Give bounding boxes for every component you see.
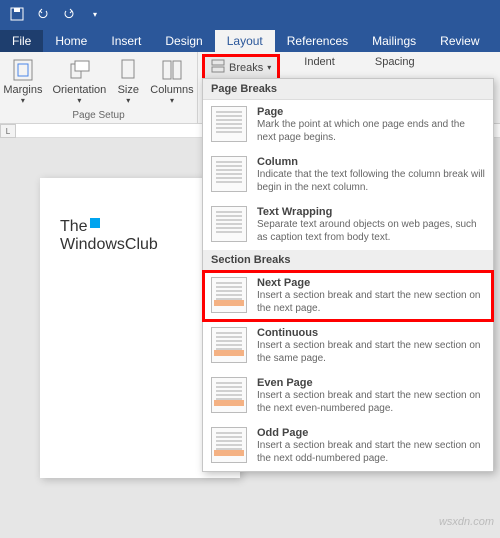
page-break-icon <box>211 106 247 142</box>
group-page-setup: Margins ▾ Orientation ▾ Size ▾ Columns ▾… <box>0 52 198 123</box>
group-label-page-setup: Page Setup <box>72 110 124 121</box>
document-text-line2: WindowsClub <box>60 236 220 254</box>
document-text-line1: The <box>60 218 220 236</box>
quick-access-toolbar: ▾ <box>0 0 500 28</box>
size-label: Size <box>118 84 139 96</box>
page-breaks-header: Page Breaks <box>203 79 493 100</box>
section-breaks-header: Section Breaks <box>203 250 493 271</box>
tab-mailings[interactable]: Mailings <box>360 30 428 52</box>
tab-insert[interactable]: Insert <box>99 30 153 52</box>
columns-button[interactable]: Columns ▾ <box>146 54 197 107</box>
option-desc: Insert a section break and start the new… <box>257 339 485 365</box>
option-desc: Insert a section break and start the new… <box>257 439 485 465</box>
break-option-continuous[interactable]: Continuous Insert a section break and st… <box>203 321 493 371</box>
logo-square-icon <box>90 218 100 228</box>
columns-label: Columns <box>150 84 193 96</box>
option-title: Column <box>257 156 485 168</box>
tab-selector[interactable]: L <box>0 124 16 138</box>
option-desc: Mark the point at which one page ends an… <box>257 118 485 144</box>
break-option-next-page[interactable]: Next Page Insert a section break and sta… <box>203 271 493 321</box>
orientation-button[interactable]: Orientation ▾ <box>48 54 110 107</box>
chevron-down-icon: ▾ <box>267 63 271 72</box>
chevron-down-icon: ▾ <box>170 96 174 105</box>
even-page-icon <box>211 377 247 413</box>
breaks-label: Breaks <box>229 62 263 74</box>
option-title: Odd Page <box>257 427 485 439</box>
customize-qat-icon[interactable]: ▾ <box>82 2 108 26</box>
break-option-column[interactable]: Column Indicate that the text following … <box>203 150 493 200</box>
chevron-down-icon: ▾ <box>77 96 81 105</box>
save-icon[interactable] <box>4 2 30 26</box>
option-title: Page <box>257 106 485 118</box>
option-desc: Insert a section break and start the new… <box>257 389 485 415</box>
option-title: Continuous <box>257 327 485 339</box>
continuous-icon <box>211 327 247 363</box>
chevron-down-icon: ▾ <box>21 96 25 105</box>
option-desc: Insert a section break and start the new… <box>257 289 485 315</box>
tab-review[interactable]: Review <box>428 30 491 52</box>
breaks-button[interactable]: Breaks ▾ <box>204 56 278 79</box>
chevron-down-icon: ▾ <box>126 96 130 105</box>
redo-icon[interactable] <box>56 2 82 26</box>
break-option-even-page[interactable]: Even Page Insert a section break and sta… <box>203 371 493 421</box>
margins-icon <box>11 56 35 84</box>
tab-layout[interactable]: Layout <box>215 30 275 52</box>
margins-button[interactable]: Margins ▾ <box>0 54 46 107</box>
margins-label: Margins <box>3 84 42 96</box>
tab-references[interactable]: References <box>275 30 360 52</box>
break-option-odd-page[interactable]: Odd Page Insert a section break and star… <box>203 421 493 471</box>
column-break-icon <box>211 156 247 192</box>
orientation-icon <box>67 56 91 84</box>
option-title: Next Page <box>257 277 485 289</box>
breaks-icon <box>211 59 225 76</box>
tab-file[interactable]: File <box>0 30 43 52</box>
tab-home[interactable]: Home <box>43 30 99 52</box>
ribbon-tabs: File Home Insert Design Layout Reference… <box>0 28 500 52</box>
option-title: Even Page <box>257 377 485 389</box>
option-desc: Separate text around objects on web page… <box>257 218 485 244</box>
orientation-label: Orientation <box>52 84 106 96</box>
size-icon <box>116 56 140 84</box>
next-page-icon <box>211 277 247 313</box>
odd-page-icon <box>211 427 247 463</box>
columns-icon <box>160 56 184 84</box>
breaks-dropdown: Page Breaks Page Mark the point at which… <box>202 78 494 472</box>
watermark: wsxdn.com <box>439 516 494 528</box>
tab-design[interactable]: Design <box>153 30 214 52</box>
text-wrapping-icon <box>211 206 247 242</box>
break-option-page[interactable]: Page Mark the point at which one page en… <box>203 100 493 150</box>
undo-icon[interactable] <box>30 2 56 26</box>
break-option-text-wrapping[interactable]: Text Wrapping Separate text around objec… <box>203 200 493 250</box>
size-button[interactable]: Size ▾ <box>112 54 144 107</box>
option-desc: Indicate that the text following the col… <box>257 168 485 194</box>
option-title: Text Wrapping <box>257 206 485 218</box>
